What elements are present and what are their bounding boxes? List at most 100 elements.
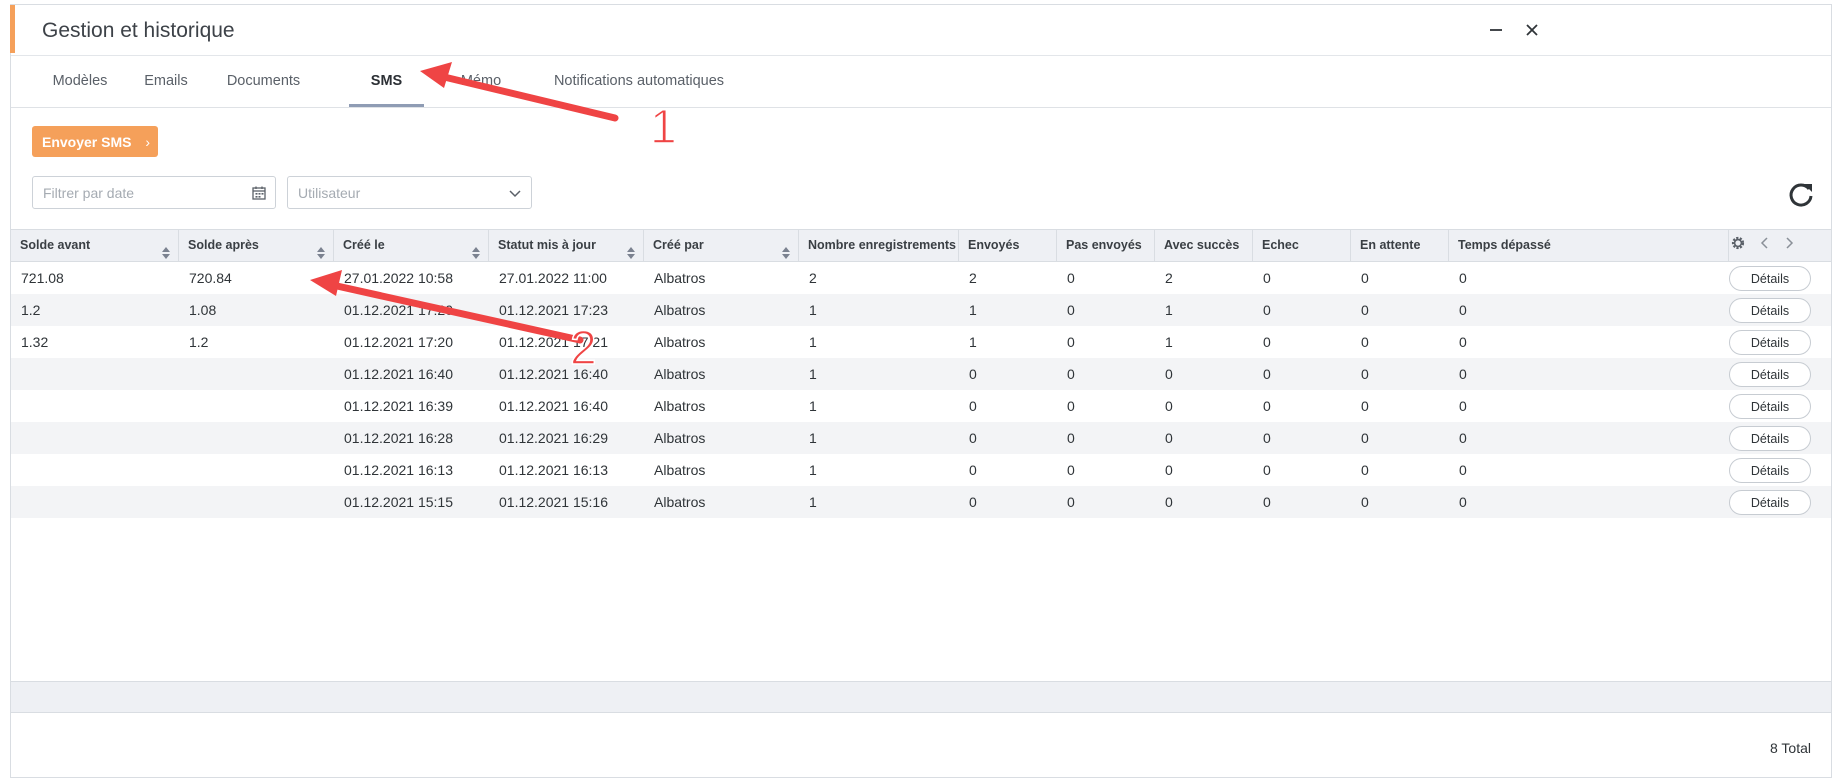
table-cell xyxy=(11,390,179,422)
table-cell: 0 xyxy=(1459,366,1467,382)
table-cell: 01.12.2021 17:20 xyxy=(344,334,453,350)
refresh-icon[interactable] xyxy=(1786,179,1816,209)
table-cell: 01.12.2021 17:21 xyxy=(499,334,608,350)
details-button[interactable]: Détails xyxy=(1729,266,1811,291)
table-cell: 01.12.2021 16:40 xyxy=(499,398,608,414)
send-sms-button[interactable]: Envoyer SMS › xyxy=(32,126,158,157)
table-cell: 0 xyxy=(1067,366,1075,382)
table-cell: 0 xyxy=(1459,494,1467,510)
column-header[interactable]: Créé par xyxy=(644,230,799,261)
tab-m-mo[interactable]: Mémo xyxy=(436,55,526,107)
table-cell: 0 xyxy=(1361,334,1369,350)
table-row[interactable]: 1.32 1.2 01.12.2021 17:20 01.12.2021 17:21 A… xyxy=(11,326,1831,358)
header-tools xyxy=(1729,230,1795,261)
tab-sms[interactable]: SMS xyxy=(349,55,424,107)
close-icon[interactable] xyxy=(1519,17,1545,43)
table-cell: 0 xyxy=(1263,430,1271,446)
date-filter-input[interactable]: Filtrer par date xyxy=(32,176,276,209)
table-cell: 0 xyxy=(1263,302,1271,318)
table-cell xyxy=(179,454,334,486)
details-button[interactable]: Détails xyxy=(1729,394,1811,419)
user-select-placeholder: Utilisateur xyxy=(298,184,361,201)
table-cell xyxy=(179,422,334,454)
column-header-label: Solde après xyxy=(188,238,259,252)
sort-icon[interactable] xyxy=(472,240,480,259)
table-cell: 0 xyxy=(1361,398,1369,414)
table-cell: 0 xyxy=(1361,302,1369,318)
table-cell: 0 xyxy=(1459,334,1467,350)
column-header[interactable]: Nombre enregistrements xyxy=(799,230,959,261)
tab-notifications-automatiques[interactable]: Notifications automatiques xyxy=(539,55,739,107)
table-cell: 01.12.2021 15:15 xyxy=(344,494,453,510)
calendar-icon[interactable] xyxy=(249,183,269,203)
table-row[interactable]: 01.12.2021 16:28 01.12.2021 16:29 Albatros… xyxy=(11,422,1831,454)
table-cell: 27.01.2022 11:00 xyxy=(499,270,607,286)
column-header[interactable]: En attente xyxy=(1351,230,1449,261)
sort-icon[interactable] xyxy=(162,240,170,259)
table-row[interactable]: 01.12.2021 15:15 01.12.2021 15:16 Albatros… xyxy=(11,486,1831,518)
tab-emails[interactable]: Emails xyxy=(134,55,198,107)
column-header[interactable]: Envoyés xyxy=(959,230,1057,261)
table-row[interactable]: 01.12.2021 16:40 01.12.2021 16:40 Albatros… xyxy=(11,358,1831,390)
total-count: 8 Total xyxy=(1770,740,1811,756)
table-cell: 1 xyxy=(809,494,817,510)
column-header[interactable]: Solde après xyxy=(179,230,334,261)
table-cell: Albatros xyxy=(654,302,706,318)
chevron-right-icon[interactable] xyxy=(1783,236,1795,255)
table-cell: 0 xyxy=(1165,462,1173,478)
column-header[interactable]: Avec succès xyxy=(1155,230,1253,261)
column-header-label: Envoyés xyxy=(968,238,1020,252)
table-cell: 01.12.2021 16:13 xyxy=(499,462,608,478)
sort-icon[interactable] xyxy=(782,240,790,259)
table-cell: 01.12.2021 16:40 xyxy=(344,366,453,382)
chevron-left-icon[interactable] xyxy=(1759,236,1771,255)
details-button[interactable]: Détails xyxy=(1729,490,1811,515)
column-header[interactable]: Echec xyxy=(1253,230,1351,261)
table-cell: 0 xyxy=(1263,494,1271,510)
details-button[interactable]: Détails xyxy=(1729,330,1811,355)
column-header-label: Créé le xyxy=(343,238,385,252)
column-header[interactable]: Temps dépassé xyxy=(1449,230,1729,261)
table-cell: Albatros xyxy=(654,430,706,446)
table-cell: 01.12.2021 16:28 xyxy=(344,430,453,446)
column-header[interactable]: Statut mis à jour xyxy=(489,230,644,261)
gear-icon[interactable] xyxy=(1729,234,1747,257)
user-select[interactable]: Utilisateur xyxy=(287,176,532,209)
table-cell: 0 xyxy=(1459,270,1467,286)
table-row[interactable]: 721.08 720.84 27.01.2022 10:58 27.01.2022 1… xyxy=(11,262,1831,294)
table-cell: 0 xyxy=(1459,398,1467,414)
table-row[interactable]: 1.2 1.08 01.12.2021 17:20 01.12.2021 17:23 A… xyxy=(11,294,1831,326)
table-cell: 0 xyxy=(1165,366,1173,382)
table-cell: 0 xyxy=(969,462,977,478)
details-button[interactable]: Détails xyxy=(1729,298,1811,323)
table-cell: 0 xyxy=(1263,398,1271,414)
details-button[interactable]: Détails xyxy=(1729,426,1811,451)
table-row[interactable]: 01.12.2021 16:39 01.12.2021 16:40 Albatros… xyxy=(11,390,1831,422)
table-cell xyxy=(179,358,334,390)
table-cell: 1 xyxy=(809,302,817,318)
tab-documents[interactable]: Documents xyxy=(208,55,319,107)
table-cell: 0 xyxy=(1067,494,1075,510)
table-cell: 01.12.2021 15:16 xyxy=(499,494,608,510)
table-row[interactable]: 01.12.2021 16:13 01.12.2021 16:13 Albatros… xyxy=(11,454,1831,486)
table-cell: 0 xyxy=(1263,270,1271,286)
details-button[interactable]: Détails xyxy=(1729,362,1811,387)
column-header[interactable]: Créé le xyxy=(334,230,489,261)
table-cell: 27.01.2022 10:58 xyxy=(344,270,453,286)
table-cell: 0 xyxy=(1459,462,1467,478)
column-header[interactable]: Pas envoyés xyxy=(1057,230,1155,261)
sort-icon[interactable] xyxy=(317,240,325,259)
column-header-label: En attente xyxy=(1360,238,1421,252)
table-cell: 0 xyxy=(1361,366,1369,382)
tab-mod-les[interactable]: Modèles xyxy=(38,55,122,107)
table-cell: 01.12.2021 17:23 xyxy=(499,302,608,318)
table-cell: 720.84 xyxy=(189,270,232,286)
column-header[interactable]: Solde avant xyxy=(11,230,179,261)
table-cell: 01.12.2021 16:40 xyxy=(499,366,608,382)
details-button[interactable]: Détails xyxy=(1729,458,1811,483)
sort-icon[interactable] xyxy=(627,240,635,259)
minimize-icon[interactable] xyxy=(1483,17,1509,43)
table-cell: 01.12.2021 16:13 xyxy=(344,462,453,478)
table-cell xyxy=(179,486,334,518)
table-cell: 1 xyxy=(809,366,817,382)
